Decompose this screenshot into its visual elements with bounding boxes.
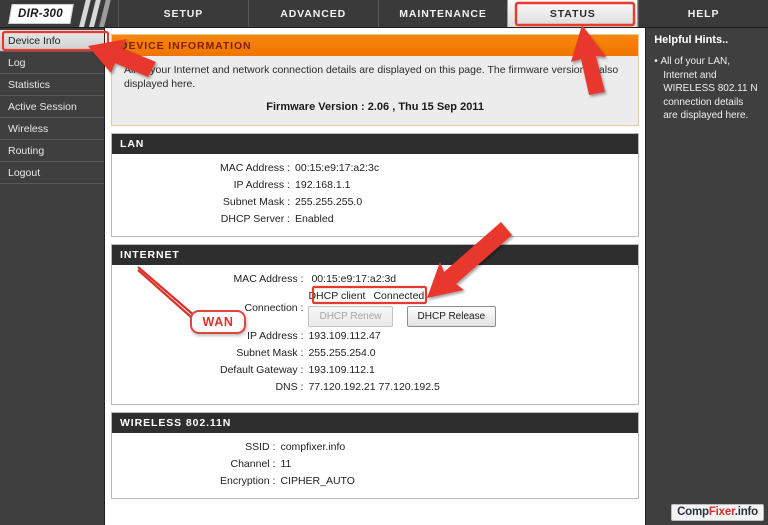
internet-ip-value: 193.109.112.47 — [308, 330, 381, 342]
table-row: Subnet Mask : 255.255.254.0 — [220, 345, 496, 362]
table-row: DNS : 77.120.192.21 77.120.192.5 — [220, 379, 496, 396]
sidebar-item-device-info[interactable]: Device Info — [0, 30, 104, 52]
internet-gateway-label: Default Gateway : — [220, 364, 304, 376]
panel-header-device-information: DEVICE INFORMATION — [112, 35, 639, 56]
internet-gateway-value: 193.109.112.1 — [308, 364, 375, 376]
table-row: Encryption : CIPHER_AUTO — [220, 473, 355, 490]
wan-callout-bubble: WAN — [190, 310, 246, 334]
tab-advanced[interactable]: ADVANCED — [247, 0, 378, 27]
device-model-label: DIR-300 — [18, 7, 63, 20]
panel-device-information: DEVICE INFORMATION All of your Internet … — [111, 34, 640, 126]
wireless-ssid-value: compfixer.info — [280, 441, 346, 453]
panel-body-wireless: SSID : compfixer.info Channel : 11 Encry… — [112, 433, 639, 498]
panel-header-internet: INTERNET — [112, 245, 639, 265]
sidebar-item-wireless[interactable]: Wireless — [0, 118, 104, 140]
internet-connection-value-cell: DHCP client Connected DHCP Renew DHCP Rele… — [308, 288, 497, 328]
left-sidebar-menu: Device Info Log Statistics Active Sessio… — [0, 28, 105, 525]
firmware-version-line: Firmware Version : 2.06 , Thu 15 Sep 201… — [266, 101, 484, 113]
wireless-channel-label: Channel : — [230, 458, 276, 470]
wireless-ssid-label: SSID : — [245, 441, 276, 453]
panel-body-lan: MAC Address : 00:15:e9:17:a2:3c IP Addre… — [112, 154, 639, 236]
device-model-plate: DIR-300 — [8, 3, 74, 24]
tab-setup[interactable]: SETUP — [118, 0, 248, 27]
lan-mac-label: MAC Address : — [220, 162, 291, 174]
internet-subnet-value: 255.255.254.0 — [308, 347, 376, 359]
table-row: SSID : compfixer.info — [220, 439, 355, 456]
table-row: IP Address : 192.168.1.1 — [220, 177, 379, 194]
lan-subnet-label: Subnet Mask : — [222, 196, 291, 208]
wireless-encryption-label: Encryption : — [220, 475, 276, 487]
lan-dhcp-server-value: Enabled — [295, 213, 334, 225]
lan-info-table: MAC Address : 00:15:e9:17:a2:3c IP Addre… — [220, 160, 379, 228]
dhcp-button-row: DHCP Renew DHCP Release — [308, 306, 497, 327]
tab-help[interactable]: HELP — [638, 0, 768, 27]
panel-body-internet: MAC Address : 00:15:e9:17:a2:3d Connecti… — [112, 265, 639, 404]
main-content: DEVICE INFORMATION All of your Internet … — [105, 28, 647, 525]
table-row: DHCP Server : Enabled — [220, 211, 379, 228]
table-row: MAC Address : 00:15:e9:17:a2:3d — [220, 271, 496, 288]
panel-body-device-information: All of your Internet and network connect… — [112, 56, 639, 125]
watermark-part-two: Fixer — [708, 506, 735, 518]
lan-ip-label: IP Address : — [233, 179, 291, 191]
tab-maintenance[interactable]: MAINTENANCE — [377, 0, 508, 27]
watermark-part-one: Comp — [677, 506, 709, 518]
watermark-part-three: .info — [734, 506, 758, 518]
table-row: Channel : 11 — [220, 456, 355, 473]
internet-mac-value-cell: 00:15:e9:17:a2:3d — [308, 271, 496, 288]
internet-connection-type: DHCP client — [308, 290, 366, 302]
lan-mac-value: 00:15:e9:17:a2:3c — [295, 162, 380, 174]
table-row: Subnet Mask : 255.255.255.0 — [220, 194, 379, 211]
wireless-channel-value: 11 — [280, 458, 292, 470]
internet-mac-label: MAC Address : — [233, 273, 304, 285]
internet-dns-label: DNS : — [275, 381, 304, 393]
sidebar-item-routing[interactable]: Routing — [0, 140, 104, 162]
sidebar-item-active-session[interactable]: Active Session — [0, 96, 104, 118]
table-row: IP Address : 193.109.112.47 — [220, 328, 496, 345]
sidebar-item-statistics[interactable]: Statistics — [0, 74, 104, 96]
lan-subnet-value: 255.255.255.0 — [295, 196, 363, 208]
helpful-hints-sidebar: Helpful Hints.. All of your LAN, Interne… — [646, 28, 768, 525]
logo-slash-decoration — [97, 0, 112, 27]
table-row: MAC Address : 00:15:e9:17:a2:3c — [220, 160, 379, 177]
panel-wireless: WIRELESS 802.11N SSID : compfixer.info C… — [111, 412, 640, 499]
internet-connection-status: Connected — [373, 290, 425, 302]
device-logo: DIR-300 — [0, 0, 118, 27]
internet-connection-state: DHCP client Connected — [308, 289, 496, 304]
device-information-intro: All of your Internet and network connect… — [124, 64, 619, 90]
internet-dns-value: 77.120.192.21 77.120.192.5 — [308, 381, 440, 393]
sidebar-item-log[interactable]: Log — [0, 52, 104, 74]
page-body: Device Info Log Statistics Active Sessio… — [0, 28, 768, 525]
lan-ip-value: 192.168.1.1 — [295, 179, 351, 191]
internet-mac-value: 00:15:e9:17:a2:3d — [311, 273, 397, 285]
helpful-hints-item: All of your LAN, Internet and WIRELESS 8… — [654, 55, 760, 123]
panel-header-lan: LAN — [112, 134, 639, 154]
table-row: Default Gateway : 193.109.112.1 — [220, 362, 496, 379]
wireless-encryption-value: CIPHER_AUTO — [280, 475, 355, 487]
lan-dhcp-server-label: DHCP Server : — [220, 213, 291, 225]
router-admin-page: DIR-300 SETUP ADVANCED MAINTENANCE STATU… — [0, 0, 768, 525]
helpful-hints-title: Helpful Hints.. — [654, 34, 729, 46]
panel-header-wireless: WIRELESS 802.11N — [112, 413, 639, 433]
dhcp-release-button[interactable]: DHCP Release — [406, 306, 497, 327]
wan-callout-label: WAN — [202, 315, 234, 329]
internet-info-table: MAC Address : 00:15:e9:17:a2:3d Connecti… — [220, 271, 497, 396]
panel-lan: LAN MAC Address : 00:15:e9:17:a2:3c IP A… — [111, 133, 640, 237]
site-watermark: CompFixer.info — [671, 504, 764, 521]
tab-status[interactable]: STATUS — [507, 0, 639, 27]
dhcp-renew-button[interactable]: DHCP Renew — [308, 306, 393, 327]
table-row: Connection : DHCP client Connected DHCP R… — [220, 288, 497, 328]
internet-subnet-label: Subnet Mask : — [236, 347, 304, 359]
wireless-info-table: SSID : compfixer.info Channel : 11 Encry… — [220, 439, 355, 490]
sidebar-item-logout[interactable]: Logout — [0, 162, 104, 184]
top-navigation-bar: DIR-300 SETUP ADVANCED MAINTENANCE STATU… — [0, 0, 768, 28]
